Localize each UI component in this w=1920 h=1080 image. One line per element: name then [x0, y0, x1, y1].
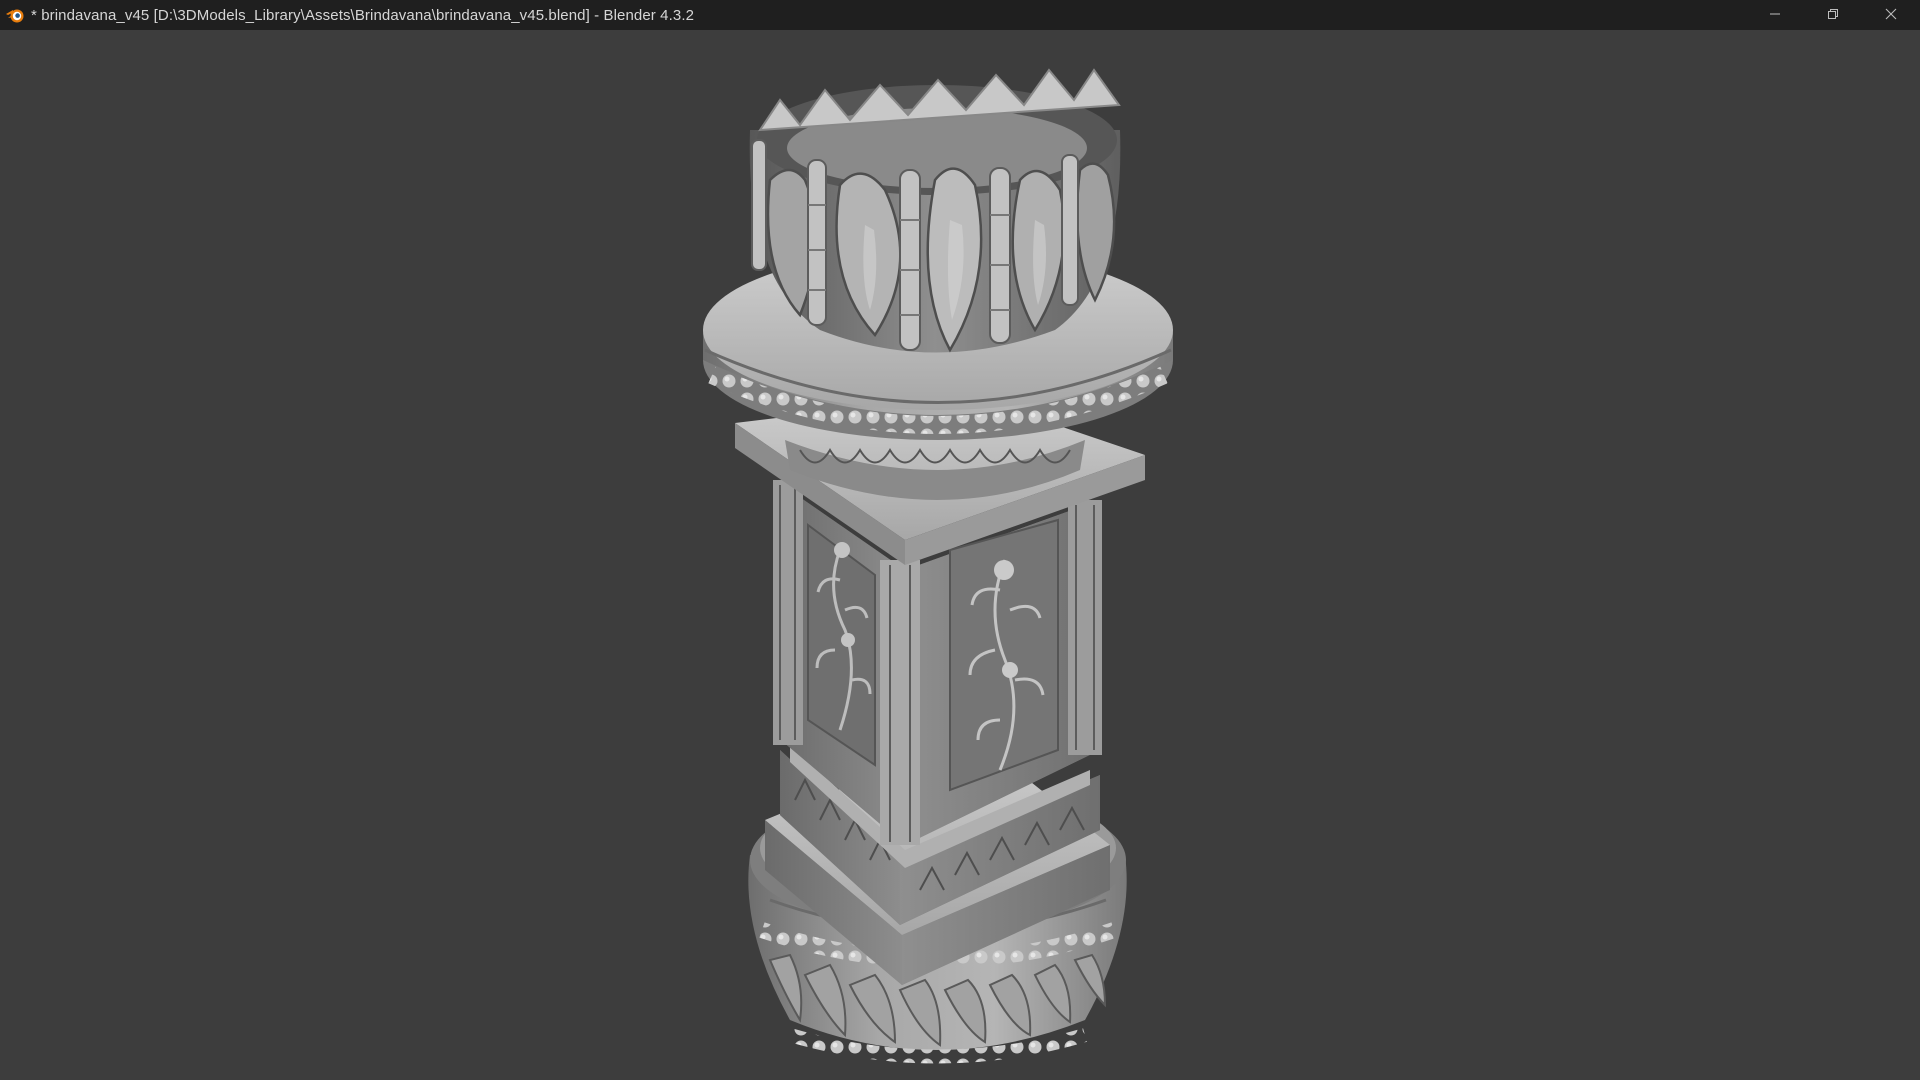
- lotus-bowl: [749, 68, 1121, 353]
- minimize-button[interactable]: [1746, 0, 1804, 30]
- brindavana-pillar-model[interactable]: [0, 30, 1920, 1080]
- restore-icon: [1827, 7, 1839, 24]
- floral-panel-right: [949, 518, 1059, 792]
- blender-window: * brindavana_v45 [D:\3DModels_Library\As…: [0, 0, 1920, 1080]
- title-bar[interactable]: * brindavana_v45 [D:\3DModels_Library\As…: [0, 0, 1920, 30]
- restore-button[interactable]: [1804, 0, 1862, 30]
- window-controls: [1746, 0, 1920, 30]
- close-icon: [1885, 7, 1897, 24]
- minimize-icon: [1769, 7, 1781, 24]
- window-title: * brindavana_v45 [D:\3DModels_Library\As…: [31, 6, 695, 24]
- blender-logo-icon[interactable]: [5, 5, 25, 25]
- 3d-viewport[interactable]: [0, 30, 1920, 1080]
- close-button[interactable]: [1862, 0, 1920, 30]
